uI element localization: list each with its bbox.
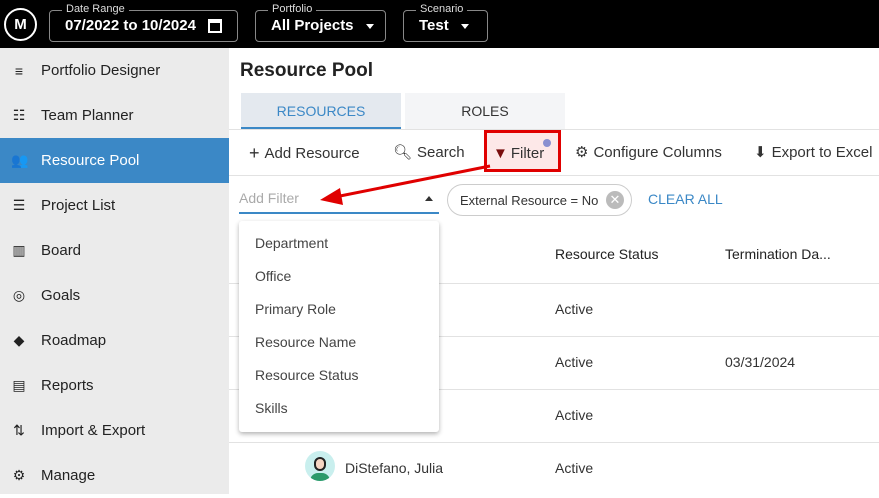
annotation-arrow — [320, 164, 491, 205]
